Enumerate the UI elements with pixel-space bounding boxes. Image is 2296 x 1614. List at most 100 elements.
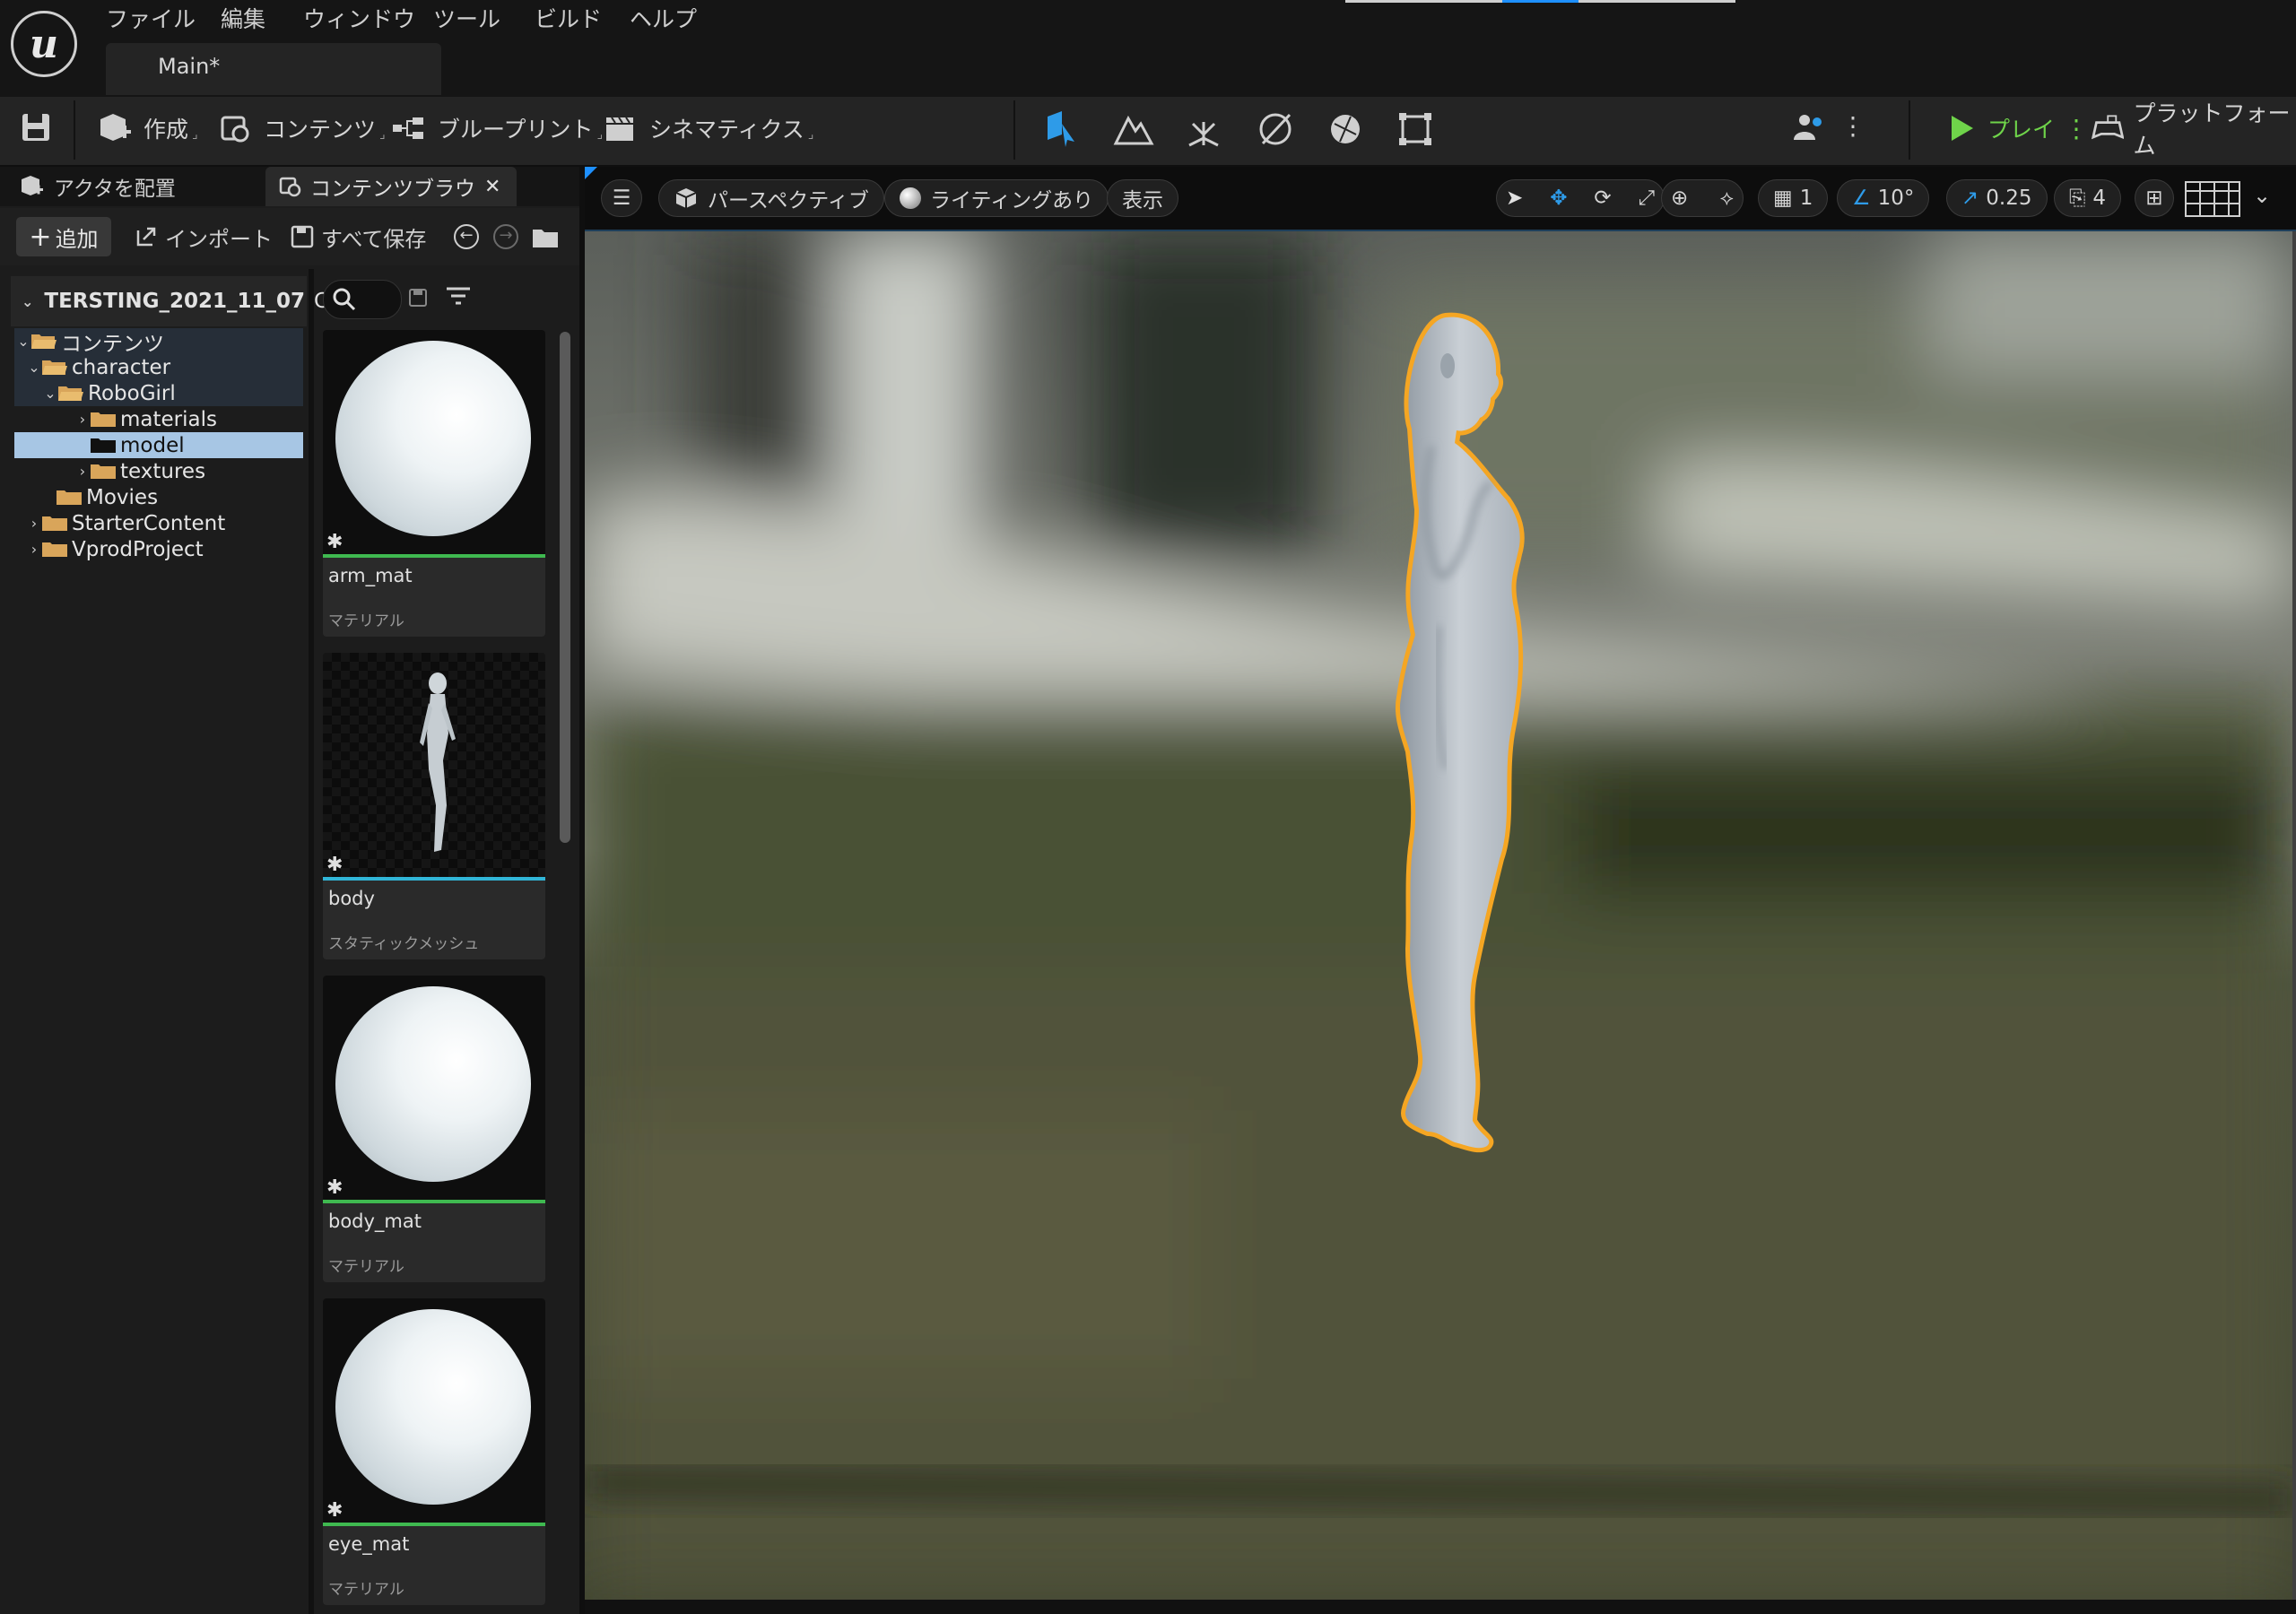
maximize-viewport-button[interactable]: ⊞ — [2135, 179, 2174, 217]
tree-item-vprodproject[interactable]: › VprodProject — [14, 536, 303, 562]
asset-type: スタティックメッシュ — [328, 935, 480, 953]
tree-item-startercontent[interactable]: › StarterContent — [14, 510, 303, 536]
asset-type: マテリアル — [328, 1258, 404, 1276]
material-sphere-preview — [335, 1309, 531, 1505]
more-options-icon[interactable]: ⋮ — [1840, 111, 1866, 141]
asset-tile-arm-mat[interactable]: ✱ arm_mat マテリアル — [323, 330, 545, 637]
rotate-icon[interactable]: ⟳ — [1594, 187, 1611, 210]
menu-build[interactable]: ビルド — [535, 2, 602, 38]
transform-tools-group: ➤ ✥ ⟳ ⤢ — [1496, 179, 1665, 217]
viewport-layout-grid-icon[interactable] — [2185, 181, 2240, 217]
landscape-mode-icon[interactable] — [1112, 108, 1155, 151]
asset-thumbnail — [323, 1298, 545, 1523]
surface-snapping-icon[interactable]: ⟡ — [1720, 187, 1734, 210]
asset-tile-eye-mat[interactable]: ✱ eye_mat マテリアル — [323, 1298, 545, 1605]
viewport-scene[interactable] — [585, 231, 2292, 1600]
asset-type-bar — [323, 877, 545, 881]
scale-icon[interactable]: ⤢ — [1639, 187, 1655, 210]
rotation-snap-button[interactable]: ∠ 10° — [1837, 179, 1930, 217]
cinematics-label: シネマティクス — [649, 117, 804, 143]
tab-place-actors[interactable]: アクタを配置 — [18, 167, 176, 206]
asset-star-icon: ✱ — [326, 1176, 344, 1199]
lighting-label: ライティングあり — [930, 189, 1094, 213]
menu-edit[interactable]: 編集 — [221, 2, 265, 38]
menu-window[interactable]: ウィンドウ — [303, 2, 415, 38]
panel-splitter[interactable] — [309, 269, 314, 1614]
create-icon — [100, 114, 131, 141]
camera-speed-button[interactable]: ⎘ 4 — [2054, 179, 2122, 217]
place-actors-icon — [22, 176, 43, 195]
tab-main-level[interactable]: Main* — [106, 43, 441, 95]
world-space-icon[interactable]: ⊕ — [1671, 187, 1688, 210]
select-cursor-icon[interactable]: ➤ — [1506, 187, 1523, 210]
modeling-mode-icon[interactable] — [1394, 108, 1437, 151]
show-button[interactable]: 表示 — [1107, 179, 1178, 217]
menu-file[interactable]: ファイル — [106, 2, 196, 38]
history-back-icon[interactable]: ← — [454, 224, 479, 249]
unreal-logo-icon[interactable]: u — [11, 11, 77, 77]
rotation-snap-value: 10° — [1877, 187, 1915, 210]
add-button[interactable]: + 追加 — [16, 217, 111, 256]
hamburger-icon: ☰ — [612, 187, 631, 210]
play-label: プレイ — [1987, 117, 2056, 143]
asset-list-scrollbar[interactable] — [560, 332, 570, 843]
play-options-icon[interactable]: ⋮ — [2064, 114, 2089, 143]
viewport-menu-button[interactable]: ☰ — [601, 179, 642, 217]
grid-icon: ▦ — [1773, 187, 1793, 210]
foliage-mode-icon[interactable] — [1182, 108, 1225, 151]
tree-item-content[interactable]: ⌄ コンテンツ — [14, 328, 303, 356]
fracture-mode-icon[interactable] — [1324, 108, 1367, 151]
grid-snap-button[interactable]: ▦ 1 — [1758, 179, 1829, 217]
search-input[interactable] — [323, 280, 402, 319]
asset-tile-body[interactable]: ✱ body スタティックメッシュ — [323, 653, 545, 959]
folder-icon — [90, 411, 117, 429]
plus-icon: + — [29, 221, 52, 253]
close-tab-icon[interactable]: ✕ — [484, 176, 500, 198]
save-all-button[interactable]: すべて保存 — [291, 217, 426, 256]
create-button[interactable]: 作成 ⌟ — [97, 106, 198, 151]
cinematics-button[interactable]: シネマティクス ⌟ — [603, 106, 813, 151]
grid-snap-value: 1 — [1799, 187, 1813, 210]
import-label: インポート — [165, 226, 273, 252]
folder-icon — [90, 437, 117, 455]
content-button[interactable]: コンテンツ ⌟ — [219, 106, 386, 151]
project-root-header[interactable]: ⌄ TERSTING_2021_11_07 C — [11, 276, 328, 326]
tree-item-movies[interactable]: Movies — [14, 484, 303, 510]
viewport-top-border — [585, 230, 2296, 231]
save-search-icon[interactable] — [407, 287, 429, 312]
lighting-mode-button[interactable]: ライティングあり — [884, 179, 1109, 217]
folder-icon — [56, 489, 83, 507]
import-button[interactable]: インポート — [135, 217, 273, 256]
perspective-label: パースペクティブ — [708, 189, 869, 213]
tree-item-model[interactable]: model — [14, 432, 303, 458]
menu-help[interactable]: ヘルプ — [630, 2, 697, 38]
tree-item-character[interactable]: ⌄ character — [14, 354, 303, 380]
tree-item-label: VprodProject — [72, 537, 204, 561]
tab-content-browser[interactable]: コンテンツブラウ ✕ — [265, 167, 517, 206]
tree-item-materials[interactable]: › materials — [14, 406, 303, 432]
menu-tools[interactable]: ツール — [433, 2, 500, 38]
tree-item-robogirl[interactable]: ⌄ RoboGirl — [14, 380, 303, 406]
tab-main-label: Main* — [158, 54, 221, 79]
scale-snap-button[interactable]: ↗ 0.25 — [1946, 179, 2048, 217]
folder-icon — [41, 541, 68, 559]
translate-icon[interactable]: ✥ — [1550, 187, 1567, 210]
perspective-button[interactable]: パースペクティブ — [658, 179, 884, 217]
mesh-paint-mode-icon[interactable] — [1254, 108, 1297, 151]
platforms-button[interactable]: プラットフォーム — [2092, 100, 2296, 159]
chevron-down-icon: ⌄ — [44, 385, 57, 402]
window-control-indicator-active — [1502, 0, 1578, 3]
save-icon[interactable] — [20, 111, 52, 143]
filter-icon[interactable] — [445, 285, 475, 314]
tree-item-label: model — [120, 433, 185, 457]
folder-open-icon[interactable] — [531, 226, 560, 253]
history-forward-icon[interactable]: → — [493, 224, 518, 249]
asset-tile-body-mat[interactable]: ✱ body_mat マテリアル — [323, 976, 545, 1282]
select-mode-icon[interactable] — [1042, 108, 1085, 151]
multiplayer-options-icon[interactable] — [1792, 109, 1828, 145]
blueprint-button[interactable]: ブループリント ⌟ — [391, 106, 603, 151]
toolbar-separator — [1013, 100, 1015, 160]
play-button[interactable]: プレイ ⋮ — [1946, 106, 2089, 151]
chevron-down-icon[interactable]: ⌄ — [2253, 183, 2271, 208]
tree-item-textures[interactable]: › textures — [14, 458, 303, 484]
